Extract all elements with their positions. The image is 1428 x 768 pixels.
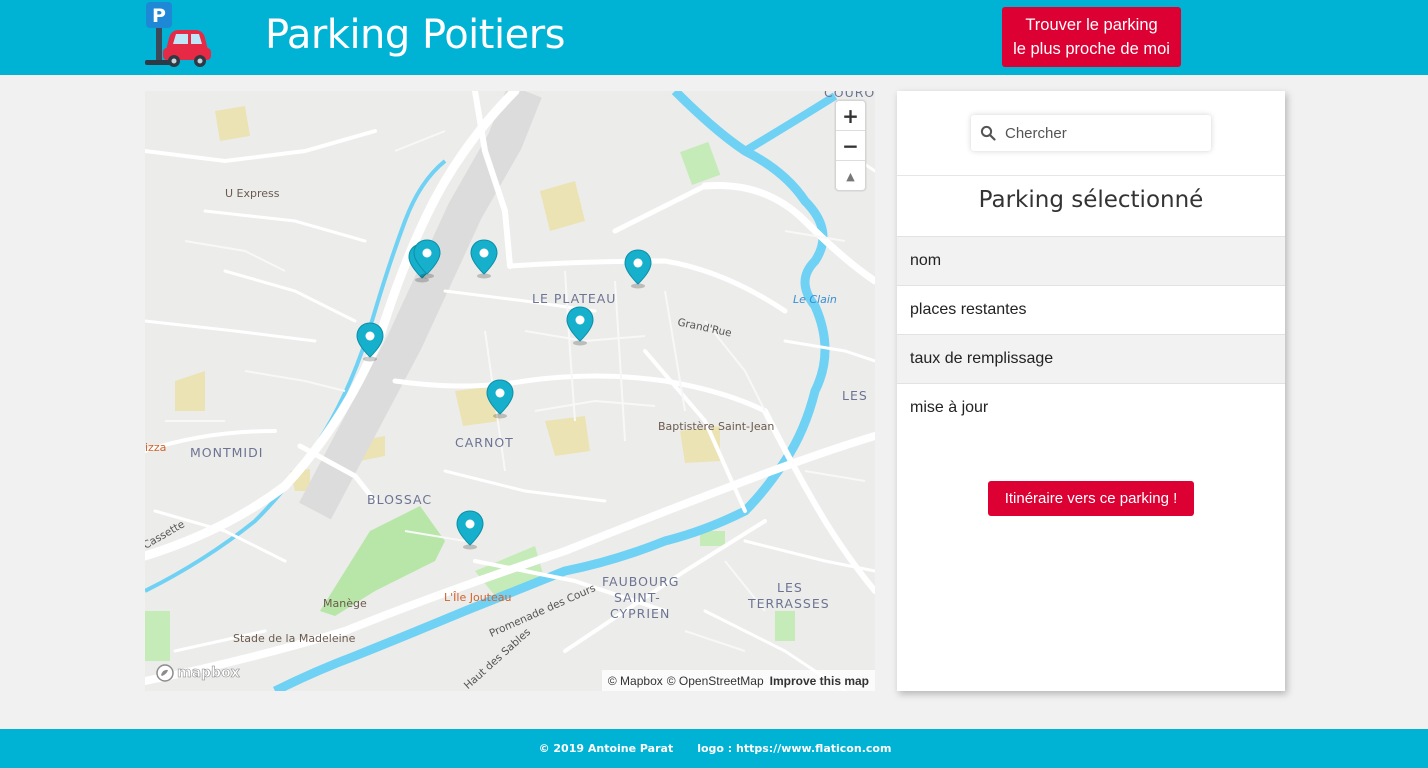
itinerary-button[interactable]: Itinéraire vers ce parking ! [988, 481, 1194, 516]
improve-map-link[interactable]: Improve this map [770, 674, 869, 688]
footer: © 2019 Antoine Parat logo : https://www.… [0, 729, 1428, 768]
search-input[interactable] [1005, 124, 1195, 142]
map-pin-icon[interactable] [624, 249, 652, 289]
parking-map[interactable]: LE PLATEAU CARNOT BLOSSAC MONTMIDI FAUBO… [145, 91, 875, 691]
compass-icon: ▲ [846, 169, 855, 183]
map-pin-icon[interactable] [566, 306, 594, 346]
map-pin-icon[interactable] [470, 239, 498, 279]
mapbox-icon [156, 664, 174, 682]
zoom-in-button[interactable]: + [836, 101, 865, 131]
zoom-out-button[interactable]: − [836, 131, 865, 161]
footer-logo-credit: logo : https://www.flaticon.com [697, 742, 892, 755]
compass-button[interactable]: ▲ [836, 161, 865, 191]
info-row-taux-remplissage: taux de remplissage [897, 334, 1285, 383]
top-bar: P Parking Poitiers Trouver le parking le… [0, 0, 1428, 75]
svg-text:P: P [152, 5, 166, 27]
attribution-osm-link[interactable]: © OpenStreetMap [667, 674, 764, 688]
find-nearest-label: Trouver le parking le plus proche de moi [1013, 13, 1170, 61]
find-nearest-label-line1: Trouver le parking [1025, 16, 1158, 34]
footer-copyright: © 2019 Antoine Parat [538, 742, 674, 755]
map-pin-icon[interactable] [486, 379, 514, 419]
map-attribution: © Mapbox © OpenStreetMap Improve this ma… [601, 670, 875, 691]
search-box [971, 115, 1211, 151]
zoom-controls: + − ▲ [835, 100, 866, 191]
mapbox-logo[interactable]: mapbox [151, 662, 244, 684]
site-title: Parking Poitiers [265, 12, 566, 58]
info-row-mise-a-jour: mise à jour [897, 383, 1285, 432]
map-pin-icon[interactable] [413, 239, 441, 279]
attribution-mapbox-link[interactable]: © Mapbox [608, 674, 663, 688]
selected-parking-heading: Parking sélectionné [978, 187, 1204, 213]
info-row-places-restantes: places restantes [897, 285, 1285, 334]
parking-info-panel: Parking sélectionné nom places restantes… [897, 91, 1285, 691]
mapbox-logo-text: mapbox [177, 665, 240, 682]
info-row-nom: nom [897, 236, 1285, 285]
map-pin-icon[interactable] [456, 510, 484, 550]
search-icon [971, 115, 1005, 151]
panel-divider [897, 175, 1285, 176]
find-nearest-parking-button[interactable]: Trouver le parking le plus proche de moi [1002, 7, 1181, 67]
parking-car-icon: P [145, 2, 211, 67]
find-nearest-label-line2: le plus proche de moi [1013, 40, 1170, 58]
map-pin-icon[interactable] [356, 322, 384, 362]
